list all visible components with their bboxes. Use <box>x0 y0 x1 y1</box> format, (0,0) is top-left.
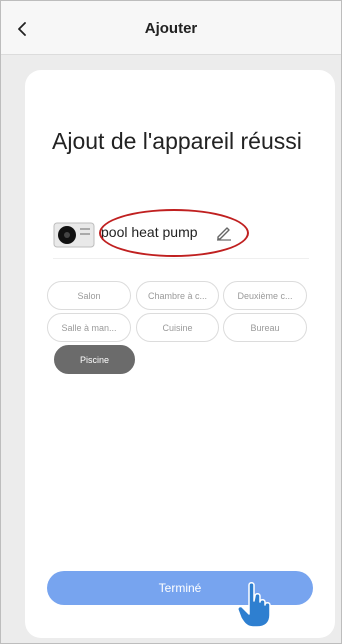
room-chip-chambre[interactable]: Chambre à c... <box>136 281 219 310</box>
highlight-annotation <box>99 209 249 257</box>
hand-cursor-icon <box>237 582 271 628</box>
room-chip-cuisine[interactable]: Cuisine <box>136 313 219 342</box>
room-chip-deuxieme[interactable]: Deuxième c... <box>223 281 307 310</box>
heat-pump-device-icon <box>53 222 95 248</box>
page-title: Ajouter <box>144 20 198 37</box>
room-chip-bureau[interactable]: Bureau <box>223 313 307 342</box>
room-chip-salon[interactable]: Salon <box>47 281 131 310</box>
top-bar: Ajouter <box>1 1 341 55</box>
divider <box>53 258 309 259</box>
room-chip-piscine[interactable]: Piscine <box>54 345 135 374</box>
room-chip-salle[interactable]: Salle à man... <box>47 313 131 342</box>
success-card: Ajout de l'appareil réussi pool heat pum… <box>25 70 335 638</box>
success-headline: Ajout de l'appareil réussi <box>52 128 302 154</box>
